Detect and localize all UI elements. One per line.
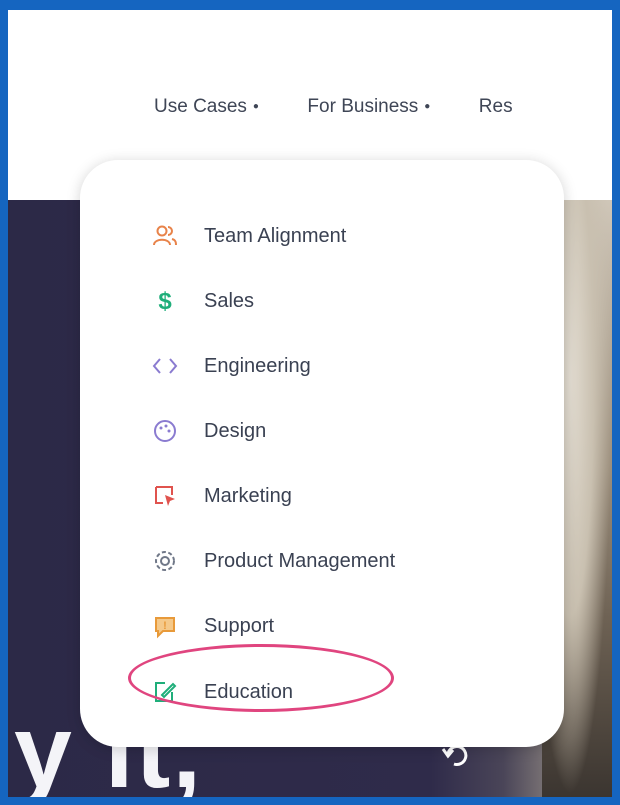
svg-text:!: ! <box>163 620 167 632</box>
highlight-annotation <box>128 644 394 712</box>
menu-item-product-management[interactable]: Product Management <box>150 541 395 581</box>
menu-item-label: Sales <box>204 289 255 312</box>
gear-icon <box>150 546 180 576</box>
code-icon <box>150 351 180 381</box>
menu-item-label: Product Management <box>204 549 396 572</box>
team-icon <box>150 221 180 251</box>
svg-text:$: $ <box>158 288 172 314</box>
browser-viewport: y it, Use Cases● For Business● Res Team … <box>8 10 612 797</box>
menu-item-label: Design <box>204 419 267 442</box>
menu-item-label: Engineering <box>204 354 311 377</box>
nav-for-business[interactable]: For Business ● <box>307 96 430 118</box>
nav-resources[interactable]: Res <box>479 96 513 118</box>
caret-down-icon: ● <box>424 101 431 113</box>
support-icon: ! <box>150 611 180 641</box>
menu-item-marketing[interactable]: Marketing <box>150 476 292 516</box>
menu-item-label: Support <box>204 614 275 637</box>
marketing-icon <box>150 481 180 511</box>
menu-item-label: Team Alignment <box>204 224 347 247</box>
menu-item-sales[interactable]: $ Sales <box>150 281 254 321</box>
menu-item-engineering[interactable]: Engineering <box>150 346 311 386</box>
palette-icon <box>150 416 180 446</box>
nav-use-cases[interactable]: Use Cases ● <box>154 96 259 118</box>
menu-item-support[interactable]: ! Support <box>150 606 274 646</box>
menu-item-design[interactable]: Design <box>150 411 266 451</box>
menu-item-team-alignment[interactable]: Team Alignment <box>150 216 346 256</box>
caret-down-icon: ● <box>252 101 259 113</box>
menu-item-label: Marketing <box>204 484 292 507</box>
dollar-icon: $ <box>150 286 180 316</box>
